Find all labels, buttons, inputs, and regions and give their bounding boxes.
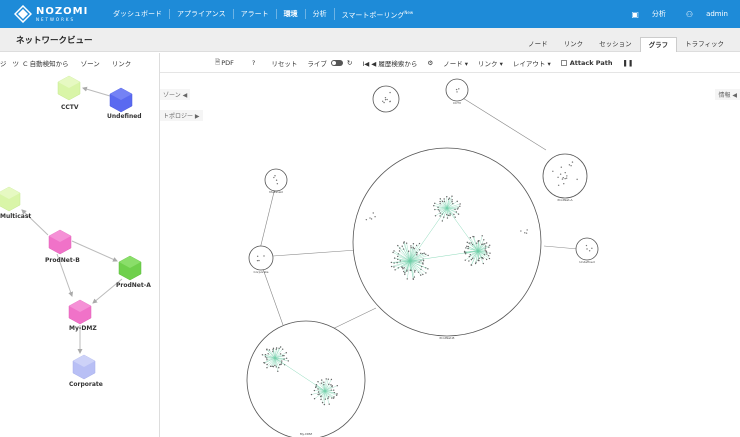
page-title: ネットワークビュー: [16, 36, 93, 46]
history-button[interactable]: I◀ ◀ 履歴検索から: [362, 58, 417, 68]
pdf-icon: 🗎: [215, 57, 221, 66]
main-nav: ダッシュボード アプライアンス アラート 環境 分析 スマートポーリングNew: [106, 0, 420, 28]
label-prodnet-a: ProdNet-A: [116, 282, 151, 289]
pdf-button[interactable]: 🗎 PDF: [215, 58, 234, 69]
node-dropdown[interactable]: ノード ▾: [443, 58, 468, 68]
left-toolbar-j[interactable]: ジ: [0, 58, 13, 68]
brand-name: NOZOMI: [36, 5, 89, 17]
brand-sub: NETWORKS: [36, 16, 76, 22]
label-undefined: Undefined: [107, 113, 142, 120]
network-graph[interactable]: Multicast Corporate ProdNet-B My-DMZ Pro…: [160, 73, 740, 437]
node-undefined[interactable]: [109, 87, 133, 113]
links-button[interactable]: リンク: [106, 58, 138, 68]
nav-appliances[interactable]: アプライアンス: [169, 9, 233, 19]
help-button[interactable]: ?: [252, 59, 255, 67]
reset-button[interactable]: リセット: [271, 58, 297, 68]
cluster-right-upper[interactable]: [542, 153, 588, 199]
caption-corporate: Corporate: [254, 270, 269, 274]
cluster-center-large[interactable]: [352, 147, 542, 337]
caption-multicast: Multicast: [269, 190, 283, 194]
network-graph-canvas[interactable]: Multicast Corporate ProdNet-B My-DMZ Pro…: [160, 73, 740, 437]
label-cctv: CCTV: [61, 104, 79, 111]
tab-nodes[interactable]: ノード: [520, 37, 556, 52]
live-label: ライブ: [307, 60, 327, 68]
caption-prodnet-b: ProdNet-B: [440, 336, 455, 340]
nav-analysis[interactable]: 分析: [304, 9, 334, 19]
tab-traffic[interactable]: トラフィック: [677, 37, 732, 52]
tab-graph[interactable]: グラフ: [639, 37, 678, 52]
node-prodnet-b[interactable]: [48, 229, 72, 255]
tab-links[interactable]: リンク: [556, 37, 592, 52]
new-badge: New: [404, 9, 414, 15]
zone-graph[interactable]: CCTV Undefined Multicast ProdNet-B ProdN…: [0, 73, 159, 437]
edge-undefined-cctv: [82, 86, 111, 97]
analysis-menu-label: 分析: [651, 10, 666, 18]
label-corporate: Corporate: [69, 381, 103, 388]
node-prodnet-a[interactable]: [118, 255, 142, 281]
username: admin: [706, 10, 728, 18]
node-multicast[interactable]: [0, 186, 21, 212]
attack-path-checkbox[interactable]: Attack Path: [560, 59, 613, 67]
live-toggle[interactable]: ライブ ↻: [307, 58, 352, 68]
nav-smart-polling-label: スマートポーリング: [341, 11, 405, 20]
pdf-label: PDF: [221, 59, 234, 67]
nozomi-logo[interactable]: NOZOMI NETWORKS: [14, 5, 96, 23]
page-header: ネットワークビュー ノード リンク セッション グラフ トラフィック: [0, 28, 740, 52]
tab-sessions[interactable]: セッション: [591, 37, 640, 52]
label-multicast: Multicast: [0, 213, 32, 220]
cluster-left-mid[interactable]: [248, 245, 274, 271]
node-cctv[interactable]: [57, 75, 81, 101]
cluster-bottom-left[interactable]: [246, 320, 366, 437]
auto-detect-button[interactable]: C 自動検知から: [21, 58, 75, 68]
nav-dashboard[interactable]: ダッシュボード: [106, 9, 169, 19]
node-my-dmz[interactable]: [68, 299, 92, 325]
pause-button[interactable]: ❚❚: [623, 59, 634, 67]
caption-prodnet-a: ProdNet-A: [558, 198, 574, 202]
top-navbar: NOZOMI NETWORKS ダッシュボード アプライアンス アラート 環境 …: [0, 0, 740, 28]
attack-path-label: Attack Path: [569, 59, 613, 67]
info-side-tab[interactable]: 情報 ◀: [715, 89, 740, 100]
user-icon: ⚇: [685, 9, 694, 19]
topology-side-tab[interactable]: トポロジー ▶: [160, 110, 203, 121]
refresh-icon[interactable]: ↻: [347, 59, 352, 67]
zones-button[interactable]: ゾーン: [75, 58, 106, 68]
nav-environment[interactable]: 環境: [275, 9, 305, 19]
left-toolbar-tsu[interactable]: ツ: [13, 58, 22, 68]
layout-dropdown[interactable]: レイアウト ▾: [513, 58, 551, 68]
view-tabs: ノード リンク セッション グラフ トラフィック: [520, 37, 732, 52]
label-my-dmz: My-DMZ: [69, 325, 97, 332]
checkbox-icon[interactable]: [560, 60, 567, 66]
node-corporate[interactable]: [72, 354, 96, 380]
nav-smart-polling[interactable]: スマートポーリングNew: [333, 7, 421, 21]
live-switch[interactable]: [330, 60, 343, 66]
caption-undefined: Undefined: [579, 260, 594, 264]
caption-cctv: CCTV: [453, 101, 462, 105]
link-dropdown[interactable]: リンク ▾: [478, 58, 503, 68]
left-toolbar: ジ ツ C 自動検知から ゾーン リンク: [0, 53, 160, 73]
cluster-top-left[interactable]: [372, 85, 400, 113]
caption-my-dmz: My-DMZ: [300, 432, 312, 436]
monitor-icon: ▣: [631, 9, 639, 19]
nav-alerts[interactable]: アラート: [232, 9, 276, 19]
user-menu[interactable]: ⚇ admin: [676, 10, 728, 19]
analysis-menu[interactable]: ▣ 分析: [621, 9, 666, 19]
graph-toolbar: 🗎 PDF ? リセット ライブ ↻ I◀ ◀ 履歴検索から ⚙ ノード ▾ リンク…: [215, 53, 740, 73]
label-prodnet-b: ProdNet-B: [45, 257, 80, 264]
settings-wrench-icon[interactable]: ⚙: [427, 59, 433, 67]
nozomi-logo-icon: [14, 5, 32, 23]
zones-side-tab[interactable]: ゾーン ◀: [160, 89, 191, 100]
